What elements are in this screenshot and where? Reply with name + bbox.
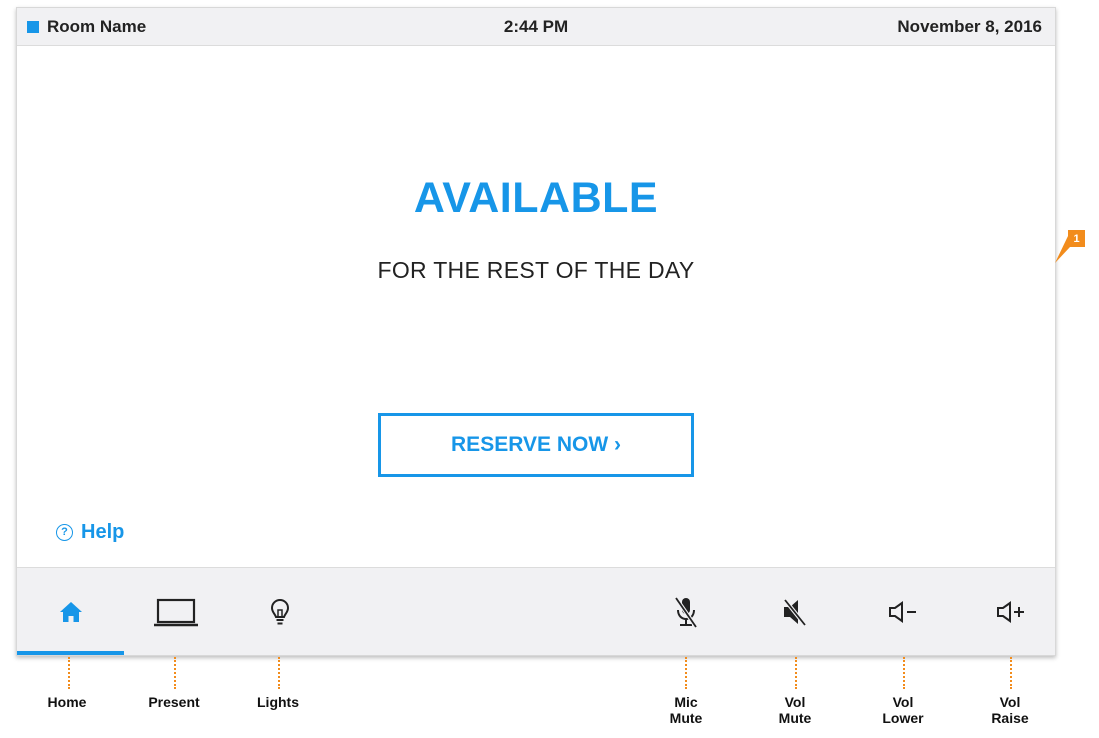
label-lights: Lights <box>233 694 323 710</box>
label-present-text: Present <box>148 694 200 710</box>
leader-line-present <box>174 657 176 689</box>
help-circle-icon: ? <box>56 524 73 541</box>
label-mic-mute-line1: Mic <box>674 694 698 710</box>
lightbulb-icon <box>270 598 290 624</box>
current-date: November 8, 2016 <box>897 17 1042 36</box>
label-mic-mute-line2: Mute <box>669 710 703 726</box>
label-home-text: Home <box>47 694 87 710</box>
status-bar: Room Name 2:44 PM November 8, 2016 <box>17 8 1055 46</box>
vol-lower-button[interactable] <box>853 568 953 655</box>
label-vol-raise: Vol Raise <box>965 694 1055 726</box>
lights-button[interactable] <box>230 568 330 655</box>
label-mic-mute: Mic Mute <box>641 694 731 726</box>
volume-down-icon <box>889 600 916 623</box>
leader-line-vol-raise <box>1010 657 1012 689</box>
touch-panel: Room Name 2:44 PM November 8, 2016 AVAIL… <box>16 7 1056 656</box>
leader-line-vol-lower <box>903 657 905 689</box>
leader-line-lights <box>278 657 280 689</box>
vol-mute-button[interactable] <box>745 568 845 655</box>
help-label: Help <box>81 521 125 543</box>
bottom-nav-bar <box>17 567 1055 655</box>
present-button[interactable] <box>126 568 226 655</box>
availability-subtitle: FOR THE REST OF THE DAY <box>377 257 695 283</box>
home-button[interactable] <box>21 568 121 655</box>
label-vol-raise-line1: Vol <box>999 694 1021 710</box>
speaker-mute-icon <box>783 598 807 626</box>
laptop-icon <box>154 598 198 626</box>
leader-line-mic-mute <box>685 657 687 689</box>
label-vol-raise-line2: Raise <box>991 710 1029 726</box>
callout-number: 1 <box>1068 230 1085 247</box>
leader-line-home <box>68 657 70 689</box>
help-link[interactable]: ? Help <box>56 521 124 544</box>
label-lights-text: Lights <box>257 694 299 710</box>
availability-status: AVAILABLE <box>413 174 659 222</box>
mic-mute-button[interactable] <box>636 568 736 655</box>
home-icon <box>60 601 82 622</box>
label-vol-mute-line2: Mute <box>778 710 812 726</box>
label-vol-mute: Vol Mute <box>750 694 840 726</box>
vol-raise-button[interactable] <box>961 568 1061 655</box>
mic-mute-icon <box>674 596 698 628</box>
label-vol-lower-line1: Vol <box>892 694 914 710</box>
label-home: Home <box>22 694 112 710</box>
label-vol-lower-line2: Lower <box>882 710 924 726</box>
reserve-now-button[interactable]: RESERVE NOW › <box>378 413 694 477</box>
label-vol-mute-line1: Vol <box>784 694 806 710</box>
volume-up-icon <box>997 600 1024 623</box>
label-present: Present <box>129 694 219 710</box>
leader-line-vol-mute <box>795 657 797 689</box>
label-vol-lower: Vol Lower <box>858 694 948 726</box>
